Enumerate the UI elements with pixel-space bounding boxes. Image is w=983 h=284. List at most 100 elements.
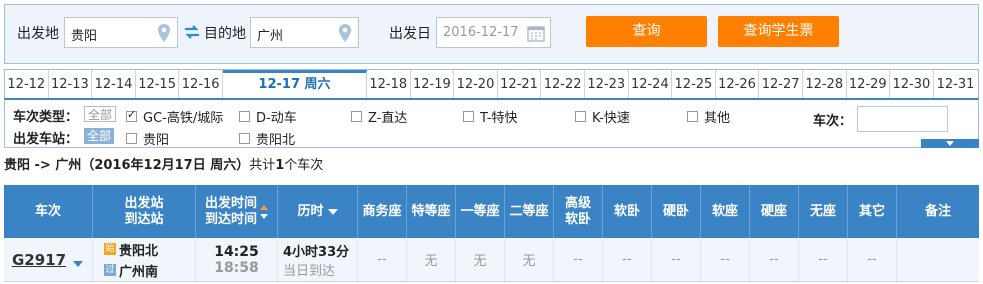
date-tab[interactable]: 12-24: [629, 70, 673, 99]
adv-soft-sleeper-cell: --: [554, 238, 603, 281]
header-duration-label: 历时: [297, 203, 324, 219]
header-duration[interactable]: 历时: [278, 185, 358, 238]
second-seat-cell: 无: [505, 238, 554, 281]
header-business: 商务座: [358, 185, 407, 238]
header-times[interactable]: 出发时间 到达时间: [196, 185, 278, 238]
start-station-badge: 始: [104, 243, 116, 255]
train-number-link[interactable]: G2917: [12, 251, 66, 269]
type-gc-checkbox[interactable]: GC-高铁/城际: [126, 107, 223, 126]
date-input[interactable]: 2016-12-17: [436, 17, 551, 48]
summary-count: 1: [275, 158, 285, 173]
train-no-input[interactable]: [857, 106, 948, 132]
date-tab[interactable]: 12-16: [179, 70, 223, 99]
header-adv-soft-sleeper: 高级 软卧: [554, 185, 603, 238]
station-guiyang-label: 贵阳: [143, 133, 170, 148]
to-label: 目的地: [204, 26, 246, 42]
expand-arrow-icon[interactable]: [921, 139, 979, 148]
type-k-label: K-快速: [592, 111, 630, 126]
station-guiyang-checkbox[interactable]: 贵阳: [126, 129, 169, 148]
soft-sleeper-cell: --: [603, 238, 652, 281]
header-soft-seat: 软座: [701, 185, 750, 238]
date-tab[interactable]: 12-18: [367, 70, 411, 99]
date-tab[interactable]: 12-15: [136, 70, 180, 99]
from-value: 贵阳: [71, 29, 98, 44]
header-first: 一等座: [456, 185, 505, 238]
results-table-header: 车次 出发站 到达站 出发时间 到达时间 历时 商务座 特等座 一等座 二等座 …: [4, 185, 979, 238]
checkbox[interactable]: [351, 111, 362, 122]
date-tab[interactable]: 12-21: [498, 70, 542, 99]
hard-seat-cell: --: [750, 238, 799, 281]
date-tab[interactable]: 12-27: [759, 70, 803, 99]
to-input[interactable]: 广州: [250, 17, 359, 48]
date-tab[interactable]: 12-14: [92, 70, 136, 99]
summary-route: 贵阳 -> 广州（2016年12月17日 周六）: [4, 158, 250, 173]
special-seat-cell: 无: [407, 238, 456, 281]
date-tab[interactable]: 12-22: [541, 70, 585, 99]
result-summary: 贵阳 -> 广州（2016年12月17日 周六）共计1个车次: [4, 154, 323, 173]
map-pin-icon: [339, 24, 351, 42]
type-other-label: 其他: [704, 111, 731, 126]
type-z-label: Z-直达: [368, 111, 408, 126]
date-tab[interactable]: 12-28: [803, 70, 847, 99]
calendar-icon[interactable]: [527, 24, 545, 42]
date-tab[interactable]: 12-29: [847, 70, 891, 99]
date-tab[interactable]: 12-12: [5, 70, 49, 99]
type-other-checkbox[interactable]: 其他: [687, 107, 730, 126]
header-stations: 出发站 到达站: [93, 185, 196, 238]
checkbox-checked[interactable]: [126, 108, 137, 122]
query-button[interactable]: 查询: [586, 16, 707, 47]
date-tab[interactable]: 12-25: [672, 70, 716, 99]
filter-panel: 车次类型： 全部 GC-高铁/城际 D-动车 Z-直达 T-特快 K-快速 其他…: [4, 98, 979, 148]
type-all-tag[interactable]: 全部: [84, 106, 117, 122]
header-from-station: 出发站: [124, 195, 164, 211]
header-hard-seat: 硬座: [750, 185, 799, 238]
date-tab[interactable]: 12-31: [934, 70, 978, 99]
checkbox[interactable]: [575, 111, 586, 122]
train-no-label: 车次：: [813, 114, 853, 129]
date-tab[interactable]: 12-30: [890, 70, 934, 99]
header-other: 其它: [848, 185, 897, 238]
from-input[interactable]: 贵阳: [64, 17, 178, 48]
date-tab[interactable]: 12-23: [585, 70, 629, 99]
type-k-checkbox[interactable]: K-快速: [575, 107, 630, 126]
date-tab[interactable]: 12-26: [716, 70, 760, 99]
station-all-tag[interactable]: 全部: [84, 128, 115, 144]
header-soft-sleeper: 软卧: [603, 185, 652, 238]
type-gc-label: GC-高铁/城际: [143, 111, 224, 126]
checkbox[interactable]: [687, 111, 698, 122]
sort-arrow-icon[interactable]: [260, 204, 268, 220]
stations-cell: 始 贵阳北 过 广州南: [93, 238, 196, 281]
swap-arrows-icon[interactable]: [183, 23, 201, 41]
no-seat-cell: --: [799, 238, 848, 281]
header-second: 二等座: [505, 185, 554, 238]
chevron-down-icon[interactable]: [73, 260, 84, 267]
train-cell[interactable]: G2917: [4, 238, 93, 281]
other-seat-cell: --: [848, 238, 897, 281]
type-z-checkbox[interactable]: Z-直达: [351, 107, 407, 126]
times-cell: 14:25 18:58: [196, 238, 278, 281]
date-tab[interactable]: 12-19: [411, 70, 455, 99]
first-seat-cell: 无: [456, 238, 505, 281]
checkbox[interactable]: [239, 111, 250, 122]
train-type-label: 车次类型：: [13, 110, 79, 125]
depart-time: 14:25: [214, 243, 259, 260]
summary-suffix: 个车次: [284, 158, 324, 173]
date-value: 2016-12-17: [443, 25, 519, 40]
checkbox[interactable]: [126, 133, 137, 144]
date-tab[interactable]: 12-13: [49, 70, 93, 99]
student-ticket-button[interactable]: 查询学生票: [718, 16, 839, 47]
summary-prefix: 共计: [249, 158, 276, 173]
date-tab[interactable]: 12-20: [454, 70, 498, 99]
header-note: 备注: [924, 203, 951, 219]
type-t-checkbox[interactable]: T-特快: [463, 107, 517, 126]
pass-station-badge: 过: [104, 264, 116, 276]
type-d-checkbox[interactable]: D-动车: [239, 107, 297, 126]
hard-sleeper-cell: --: [652, 238, 701, 281]
date-tab-active[interactable]: 12-17 周六: [222, 70, 367, 99]
chevron-down-icon: [327, 208, 338, 215]
header-to-station: 到达站: [124, 211, 164, 227]
header-adv-line2: 软卧: [564, 211, 591, 227]
checkbox[interactable]: [463, 111, 474, 122]
station-guiyangbei-checkbox[interactable]: 贵阳北: [239, 129, 295, 148]
checkbox[interactable]: [239, 133, 250, 144]
